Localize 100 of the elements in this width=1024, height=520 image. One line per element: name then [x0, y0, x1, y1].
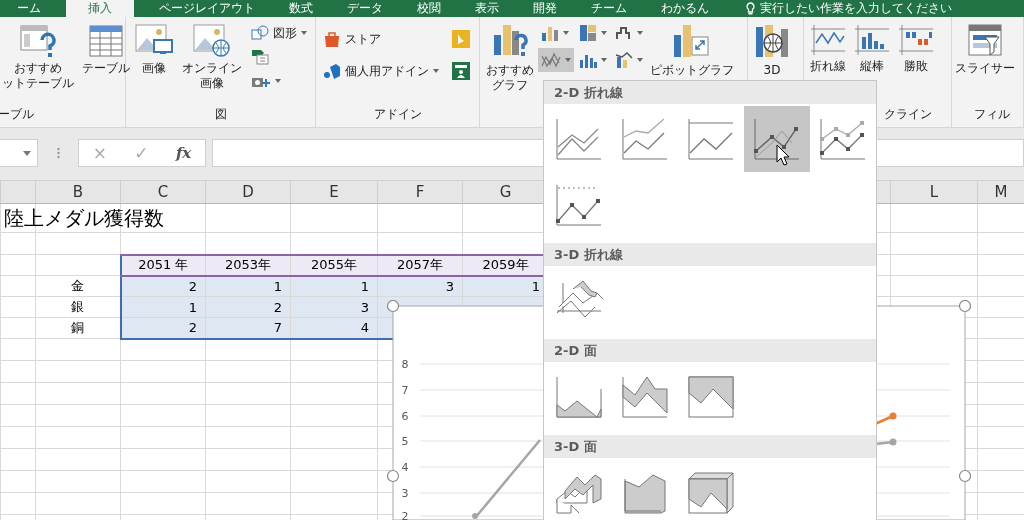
win-loss-icon	[898, 23, 934, 57]
grip-icon	[56, 147, 60, 159]
ribbon-tab[interactable]: 挿入	[66, 0, 134, 17]
axis-label: 5	[401, 435, 409, 448]
addin-icon	[323, 62, 341, 80]
year-header: 2057年	[377, 254, 463, 276]
ribbon-tab[interactable]: 数式	[272, 0, 330, 17]
pivot-chart-button[interactable]: ピボットグラフ	[648, 21, 736, 80]
axis-label: 3	[401, 487, 409, 500]
year-header: 2055年	[290, 254, 378, 276]
line-chart-icon	[819, 117, 867, 161]
online-picture-icon	[192, 23, 232, 59]
area-chart-icon	[555, 375, 603, 419]
ribbon-tab[interactable]: 校閲	[400, 0, 458, 17]
line-chart-icon	[555, 183, 603, 227]
line-chart-icon	[621, 117, 669, 161]
ribbon-tab[interactable]: チーム	[574, 0, 644, 17]
my-addins-button[interactable]: 個人用アドイン	[320, 59, 444, 83]
combo-chart-icon	[615, 51, 633, 69]
pivot-table-icon	[20, 23, 56, 59]
caret-icon	[433, 69, 439, 73]
sparkline-line-icon	[810, 23, 846, 57]
section-header: 3-D 面	[544, 435, 876, 458]
insert-function-button[interactable]: fx	[175, 144, 192, 162]
column-header[interactable]: D	[242, 183, 254, 201]
caret-icon	[563, 31, 569, 35]
people-graph-icon	[451, 61, 471, 81]
recommended-chart-button[interactable]: おすすめ グラフ	[484, 21, 536, 95]
pivot-table-button[interactable]: おすすめ ットテーブル	[0, 21, 76, 93]
sparkline-column-button[interactable]: 縦棒	[852, 21, 892, 76]
area-chart-icon	[621, 375, 669, 419]
section-header: 3-D 折れ線	[544, 243, 876, 266]
store-bag-icon	[323, 30, 341, 48]
column-header[interactable]: B	[72, 183, 84, 201]
store-button[interactable]: ストア	[320, 27, 444, 51]
line-chart-icon	[541, 51, 561, 69]
statistic-chart-icon	[579, 52, 597, 68]
shapes-icon	[251, 25, 269, 41]
lightbulb-icon	[746, 2, 755, 15]
chart-line	[874, 412, 897, 426]
column-header[interactable]: E	[329, 183, 339, 201]
column-header[interactable]: C	[157, 183, 169, 201]
group-label: アドイン	[373, 106, 422, 123]
caret-icon	[275, 79, 281, 83]
section-header: 2-D 面	[544, 339, 876, 362]
column-chart-icon	[541, 25, 559, 41]
slicer-icon	[967, 23, 1003, 59]
ribbon-tab[interactable]: わかるん	[644, 0, 726, 17]
line-chart-icon	[753, 117, 801, 161]
column-header[interactable]: F	[415, 183, 425, 201]
caret-icon	[23, 150, 31, 156]
group-label: フィル	[974, 106, 1010, 123]
ribbon-tab[interactable]: ーム	[0, 0, 58, 17]
column-header[interactable]: G	[499, 183, 512, 201]
caret-icon	[301, 31, 307, 35]
section-header: 2-D 折れ線	[544, 81, 876, 104]
table-cell: 2	[120, 317, 206, 339]
sparkline-column-icon	[854, 23, 890, 57]
group-label: 図	[214, 106, 227, 123]
hierarchy-chart-icon	[579, 24, 597, 42]
slicer-button[interactable]: スライサー	[953, 21, 1017, 78]
ribbon-tab[interactable]: データ	[330, 0, 400, 17]
caret-icon	[637, 58, 643, 62]
tell-me-field[interactable]: 実行したい作業を入力してください	[746, 0, 952, 17]
axis-label: 6	[401, 410, 409, 423]
group-label: クライン	[884, 106, 932, 123]
picture-button[interactable]: 画像	[132, 21, 176, 78]
win-loss-button[interactable]: 勝敗	[896, 21, 936, 76]
resize-handle[interactable]	[958, 469, 971, 483]
resize-handle[interactable]	[387, 300, 400, 313]
row-label: 銅	[71, 320, 85, 335]
ribbon-tab[interactable]: ページレイアウト	[142, 0, 272, 17]
resize-handle[interactable]	[387, 469, 400, 483]
bing-icon	[451, 29, 471, 49]
line-chart-button[interactable]	[538, 48, 574, 72]
3d-map-button[interactable]: 3D	[752, 21, 792, 80]
row-label: 銀	[71, 299, 85, 314]
table-cell: 1	[120, 296, 206, 318]
online-picture-button[interactable]: オンライン 画像	[180, 21, 244, 93]
ribbon-tab[interactable]: 開発	[516, 0, 574, 17]
shapes-button[interactable]: 図形	[248, 21, 310, 45]
axis-label: 7	[401, 384, 409, 397]
row-label: 金	[71, 278, 85, 293]
line-chart-icon	[555, 117, 603, 161]
area-chart-icon	[687, 375, 735, 419]
year-header: 2051 年	[120, 254, 206, 276]
caret-icon	[637, 31, 643, 35]
table-button[interactable]: テーブル	[80, 21, 132, 78]
mouse-cursor-icon	[776, 144, 790, 166]
ribbon-tab[interactable]: 表示	[458, 0, 516, 17]
smartart-icon	[251, 49, 269, 65]
chart-type-option[interactable]	[744, 106, 810, 172]
3d-area-chart-icon	[687, 471, 735, 515]
line-chart-icon	[687, 117, 735, 161]
resize-handle[interactable]	[958, 300, 971, 313]
sparkline-line-button[interactable]: 折れ線	[808, 21, 848, 76]
axis-label: 2	[401, 510, 409, 520]
axis-label: 8	[401, 358, 409, 371]
column-header[interactable]: L	[929, 183, 939, 201]
caret-icon	[565, 58, 571, 62]
